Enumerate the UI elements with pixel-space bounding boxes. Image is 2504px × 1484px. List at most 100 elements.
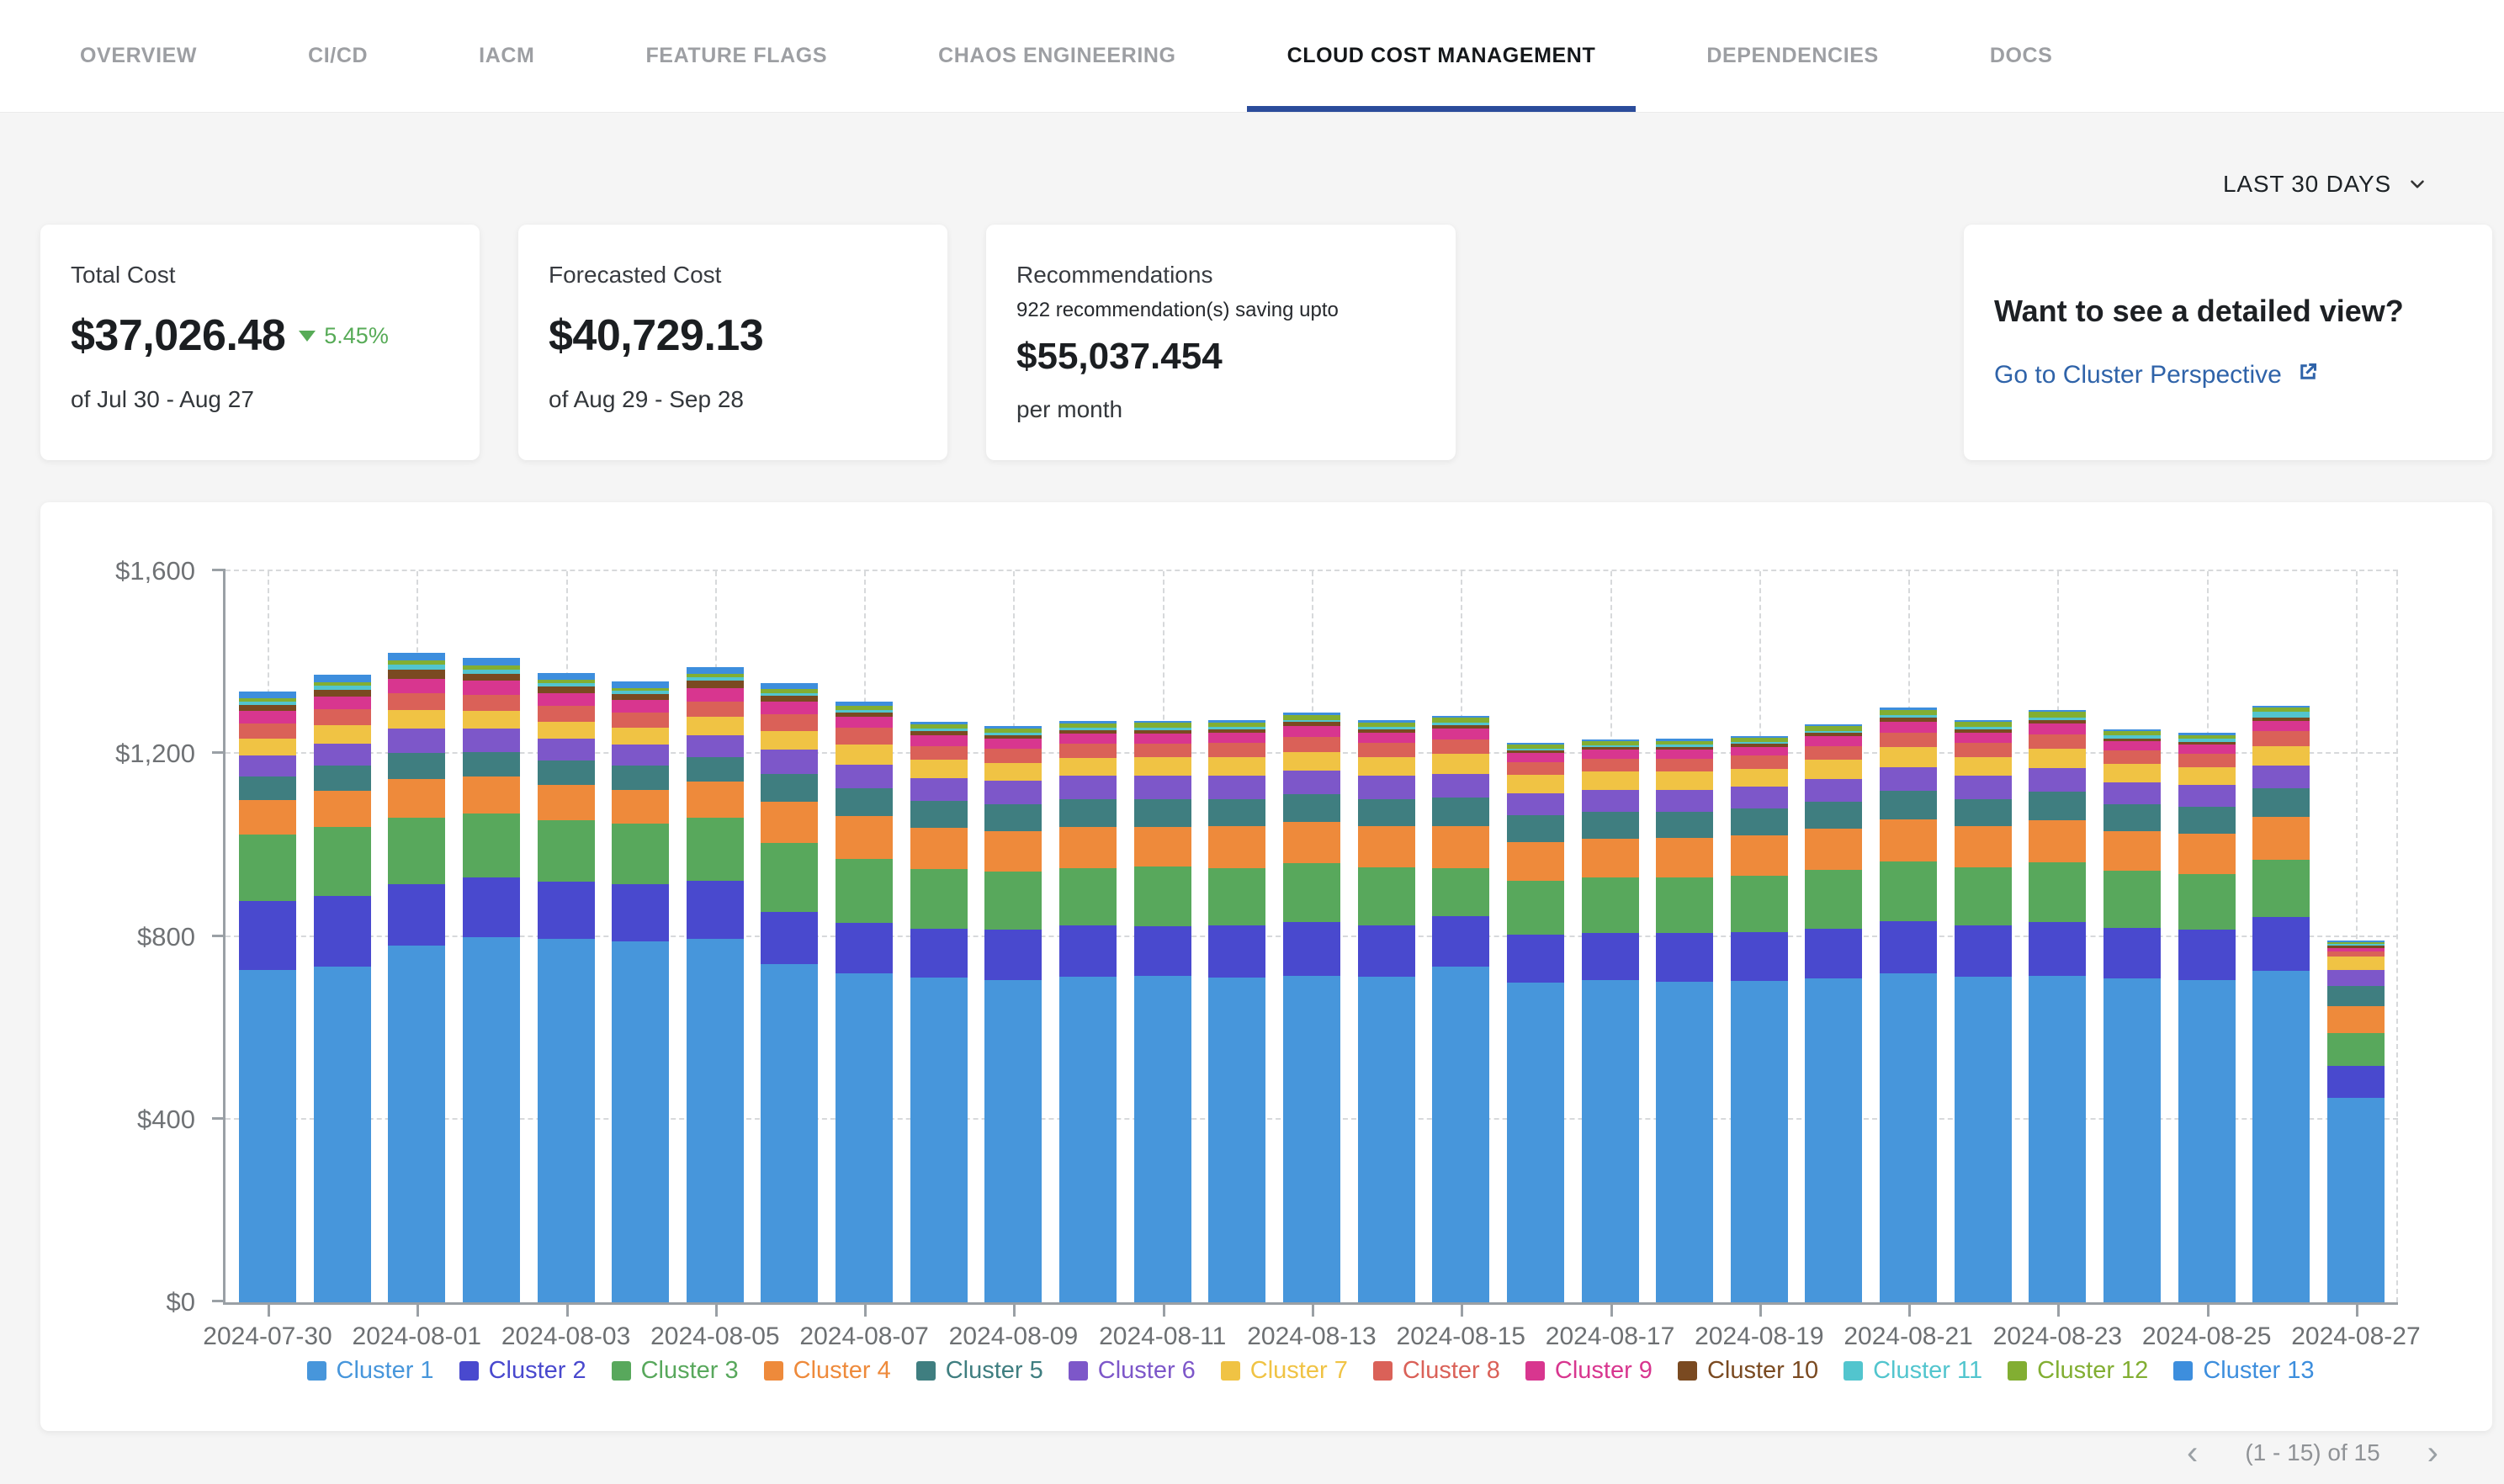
bar-segment-cluster-9 bbox=[1582, 750, 1639, 759]
bar-segment-cluster-3 bbox=[1208, 868, 1265, 925]
bar-2024-08-25[interactable]: 2024-08-25 bbox=[2178, 571, 2236, 1302]
legend-swatch-cluster-4 bbox=[764, 1361, 783, 1381]
bar-segment-cluster-9 bbox=[2178, 745, 2236, 754]
bar-segment-cluster-13 bbox=[1358, 720, 1415, 723]
legend-swatch-cluster-2 bbox=[459, 1361, 479, 1381]
bar-2024-08-18[interactable] bbox=[1656, 571, 1713, 1302]
legend-item-cluster-8[interactable]: Cluster 8 bbox=[1373, 1357, 1500, 1385]
bar-2024-08-13[interactable]: 2024-08-13 bbox=[1283, 571, 1340, 1302]
bar-2024-08-11[interactable]: 2024-08-11 bbox=[1134, 571, 1191, 1302]
bar-segment-cluster-2 bbox=[1731, 932, 1788, 981]
y-axis-label: $0 bbox=[167, 1287, 195, 1317]
bar-segment-cluster-10 bbox=[1134, 730, 1191, 734]
bar-segment-cluster-1 bbox=[1358, 977, 1415, 1302]
bar-2024-08-17[interactable]: 2024-08-17 bbox=[1582, 571, 1639, 1302]
bar-2024-07-31[interactable] bbox=[314, 571, 371, 1302]
bar-segment-cluster-1 bbox=[538, 939, 595, 1302]
bar-2024-08-14[interactable] bbox=[1358, 571, 1415, 1302]
bar-segment-cluster-8 bbox=[1432, 739, 1489, 754]
bar-segment-cluster-10 bbox=[1507, 750, 1564, 753]
tab-dependencies[interactable]: DEPENDENCIES bbox=[1706, 0, 1878, 112]
tab-ci-cd[interactable]: CI/CD bbox=[308, 0, 368, 112]
tab-docs[interactable]: DOCS bbox=[1990, 0, 2053, 112]
bar-segment-cluster-4 bbox=[1432, 826, 1489, 868]
bar-2024-07-30[interactable]: 2024-07-30 bbox=[239, 571, 296, 1302]
bar-2024-08-10[interactable] bbox=[1059, 571, 1117, 1302]
bar-2024-08-21[interactable]: 2024-08-21 bbox=[1880, 571, 1937, 1302]
legend-swatch-cluster-3 bbox=[612, 1361, 631, 1381]
bar-2024-08-20[interactable] bbox=[1805, 571, 1862, 1302]
bar-segment-cluster-2 bbox=[1059, 925, 1117, 977]
bar-2024-08-27[interactable]: 2024-08-27 bbox=[2327, 571, 2385, 1302]
bar-segment-cluster-6 bbox=[1731, 787, 1788, 808]
tab-feature-flags[interactable]: FEATURE FLAGS bbox=[645, 0, 827, 112]
bar-2024-08-07[interactable]: 2024-08-07 bbox=[836, 571, 893, 1302]
bar-2024-08-01[interactable]: 2024-08-01 bbox=[388, 571, 445, 1302]
bar-segment-cluster-2 bbox=[761, 912, 818, 964]
tab-cloud-cost-management[interactable]: CLOUD COST MANAGEMENT bbox=[1287, 0, 1596, 112]
bar-segment-cluster-8 bbox=[1731, 755, 1788, 768]
legend-item-cluster-11[interactable]: Cluster 11 bbox=[1844, 1357, 1982, 1385]
bar-segment-cluster-8 bbox=[910, 746, 968, 760]
bar-2024-08-04[interactable] bbox=[612, 571, 669, 1302]
bar-segment-cluster-10 bbox=[1358, 729, 1415, 733]
bar-segment-cluster-8 bbox=[239, 723, 296, 739]
bar-segment-cluster-5 bbox=[1358, 799, 1415, 827]
bar-2024-08-19[interactable]: 2024-08-19 bbox=[1731, 571, 1788, 1302]
legend-item-cluster-2[interactable]: Cluster 2 bbox=[459, 1357, 586, 1385]
bar-segment-cluster-11 bbox=[1059, 728, 1117, 730]
total-cost-delta: 5.45% bbox=[299, 323, 389, 349]
cluster-perspective-link[interactable]: Go to Cluster Perspective bbox=[1994, 359, 2462, 391]
bar-2024-08-06[interactable] bbox=[761, 571, 818, 1302]
legend-item-cluster-3[interactable]: Cluster 3 bbox=[612, 1357, 739, 1385]
bar-2024-08-15[interactable]: 2024-08-15 bbox=[1432, 571, 1489, 1302]
time-range-dropdown[interactable]: LAST 30 DAYS bbox=[2223, 171, 2428, 198]
bar-2024-08-12[interactable] bbox=[1208, 571, 1265, 1302]
bar-segment-cluster-3 bbox=[2327, 1033, 2385, 1066]
bar-2024-08-22[interactable] bbox=[1955, 571, 2012, 1302]
bar-segment-cluster-10 bbox=[1656, 747, 1713, 750]
bar-segment-cluster-10 bbox=[1208, 729, 1265, 733]
recommendations-card: Recommendations 922 recommendation(s) sa… bbox=[986, 225, 1456, 460]
bar-segment-cluster-4 bbox=[687, 782, 744, 817]
legend-item-cluster-7[interactable]: Cluster 7 bbox=[1221, 1357, 1348, 1385]
bar-segment-cluster-5 bbox=[910, 801, 968, 829]
y-axis-tick bbox=[212, 751, 225, 754]
module-tab-bar: OVERVIEW CI/CD IACM FEATURE FLAGS CHAOS ENGI… bbox=[0, 0, 2504, 112]
pagination-prev-button[interactable]: ‹ bbox=[2187, 1436, 2198, 1470]
bar-2024-08-05[interactable]: 2024-08-05 bbox=[687, 571, 744, 1302]
bar-segment-cluster-1 bbox=[1208, 978, 1265, 1302]
bar-2024-08-26[interactable] bbox=[2252, 571, 2310, 1302]
bar-2024-08-03[interactable]: 2024-08-03 bbox=[538, 571, 595, 1302]
legend-item-cluster-6[interactable]: Cluster 6 bbox=[1069, 1357, 1196, 1385]
legend-item-cluster-5[interactable]: Cluster 5 bbox=[916, 1357, 1043, 1385]
bar-2024-08-23[interactable]: 2024-08-23 bbox=[2029, 571, 2086, 1302]
bar-segment-cluster-9 bbox=[1731, 747, 1788, 756]
bar-segment-cluster-10 bbox=[1582, 747, 1639, 750]
bar-segment-cluster-10 bbox=[2029, 720, 2086, 723]
legend-item-cluster-1[interactable]: Cluster 1 bbox=[307, 1357, 434, 1385]
legend-item-cluster-13[interactable]: Cluster 13 bbox=[2173, 1357, 2314, 1385]
bar-segment-cluster-12 bbox=[388, 660, 445, 665]
bar-segment-cluster-1 bbox=[1059, 977, 1117, 1302]
bar-2024-08-24[interactable] bbox=[2103, 571, 2161, 1302]
bar-2024-08-08[interactable] bbox=[910, 571, 968, 1302]
legend-item-cluster-12[interactable]: Cluster 12 bbox=[2008, 1357, 2148, 1385]
tab-chaos-engineering[interactable]: CHAOS ENGINEERING bbox=[938, 0, 1175, 112]
time-range-value: LAST 30 DAYS bbox=[2223, 171, 2391, 198]
bar-segment-cluster-10 bbox=[1955, 729, 2012, 733]
legend-item-cluster-10[interactable]: Cluster 10 bbox=[1678, 1357, 1818, 1385]
bar-segment-cluster-4 bbox=[1656, 838, 1713, 877]
forecasted-cost-card: Forecasted Cost $40,729.13 of Aug 29 - S… bbox=[518, 225, 947, 460]
pagination-next-button[interactable]: › bbox=[2427, 1436, 2438, 1470]
tab-iacm[interactable]: IACM bbox=[479, 0, 534, 112]
y-axis-tick bbox=[212, 935, 225, 937]
tab-overview[interactable]: OVERVIEW bbox=[80, 0, 197, 112]
bar-2024-08-02[interactable] bbox=[463, 571, 520, 1302]
legend-label-cluster-12: Cluster 12 bbox=[2037, 1357, 2148, 1385]
legend-item-cluster-9[interactable]: Cluster 9 bbox=[1525, 1357, 1653, 1385]
legend-item-cluster-4[interactable]: Cluster 4 bbox=[764, 1357, 891, 1385]
bar-2024-08-16[interactable] bbox=[1507, 571, 1564, 1302]
bar-2024-08-09[interactable]: 2024-08-09 bbox=[984, 571, 1042, 1302]
bar-segment-cluster-3 bbox=[984, 872, 1042, 930]
